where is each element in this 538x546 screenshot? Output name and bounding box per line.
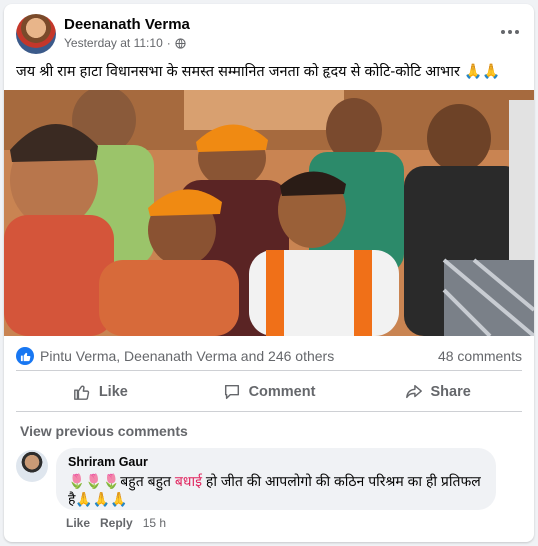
share-label: Share xyxy=(430,384,471,400)
commenter-avatar[interactable] xyxy=(16,450,48,482)
comments-count[interactable]: 48 comments xyxy=(438,348,522,364)
comment-button[interactable]: Comment xyxy=(185,374,354,410)
like-button[interactable]: Like xyxy=(16,374,185,410)
comment-highlight: बधाई xyxy=(174,473,202,489)
like-label: Like xyxy=(98,384,128,400)
share-icon xyxy=(405,384,422,399)
author-avatar[interactable] xyxy=(16,14,56,54)
reactions-bar: Pintu Verma, Deenanath Verma and 246 oth… xyxy=(16,345,522,367)
comment-like-button[interactable]: Like xyxy=(66,516,90,530)
divider xyxy=(16,411,522,412)
post-time[interactable]: Yesterday at 11:10 xyxy=(64,36,163,50)
comment-label: Comment xyxy=(248,384,316,400)
post-photo[interactable] xyxy=(4,90,534,336)
divider xyxy=(16,370,522,371)
meta-separator: · xyxy=(166,36,171,50)
post-card: Deenanath Verma Yesterday at 11:10 · जय … xyxy=(4,4,534,542)
post-header: Deenanath Verma Yesterday at 11:10 · xyxy=(16,14,522,54)
comment-author[interactable]: Shriram Gaur xyxy=(68,455,484,469)
thumbs-up-icon xyxy=(73,385,90,400)
comment-age: 15 h xyxy=(142,516,167,530)
post-meta: Yesterday at 11:10 · xyxy=(64,36,186,50)
reactions-summary[interactable]: Pintu Verma, Deenanath Verma and 246 oth… xyxy=(40,348,334,364)
comment-actions: Like Reply 15 h xyxy=(66,516,166,530)
view-previous-comments[interactable]: View previous comments xyxy=(20,423,188,439)
share-button[interactable]: Share xyxy=(353,374,522,410)
comment-reply-button[interactable]: Reply xyxy=(100,516,133,530)
globe-icon xyxy=(175,37,186,49)
group-photo-image xyxy=(4,90,534,336)
author-name[interactable]: Deenanath Verma xyxy=(64,16,190,33)
more-options-icon[interactable] xyxy=(498,22,522,42)
like-reaction-icon xyxy=(16,347,34,365)
post-actions: Like Comment Share xyxy=(16,374,522,410)
post-text: जय श्री राम हाटा विधानसभा के समस्त सम्मा… xyxy=(16,64,501,80)
comment-text-before: 🌷🌷🌷बहुत बहुत xyxy=(68,473,175,489)
comment-text: 🌷🌷🌷बहुत बहुत बधाई हो जीत की आपलोगो की कठ… xyxy=(68,472,484,508)
comment-icon xyxy=(224,384,239,400)
comment-bubble: Shriram Gaur 🌷🌷🌷बहुत बहुत बधाई हो जीत की… xyxy=(56,448,496,510)
